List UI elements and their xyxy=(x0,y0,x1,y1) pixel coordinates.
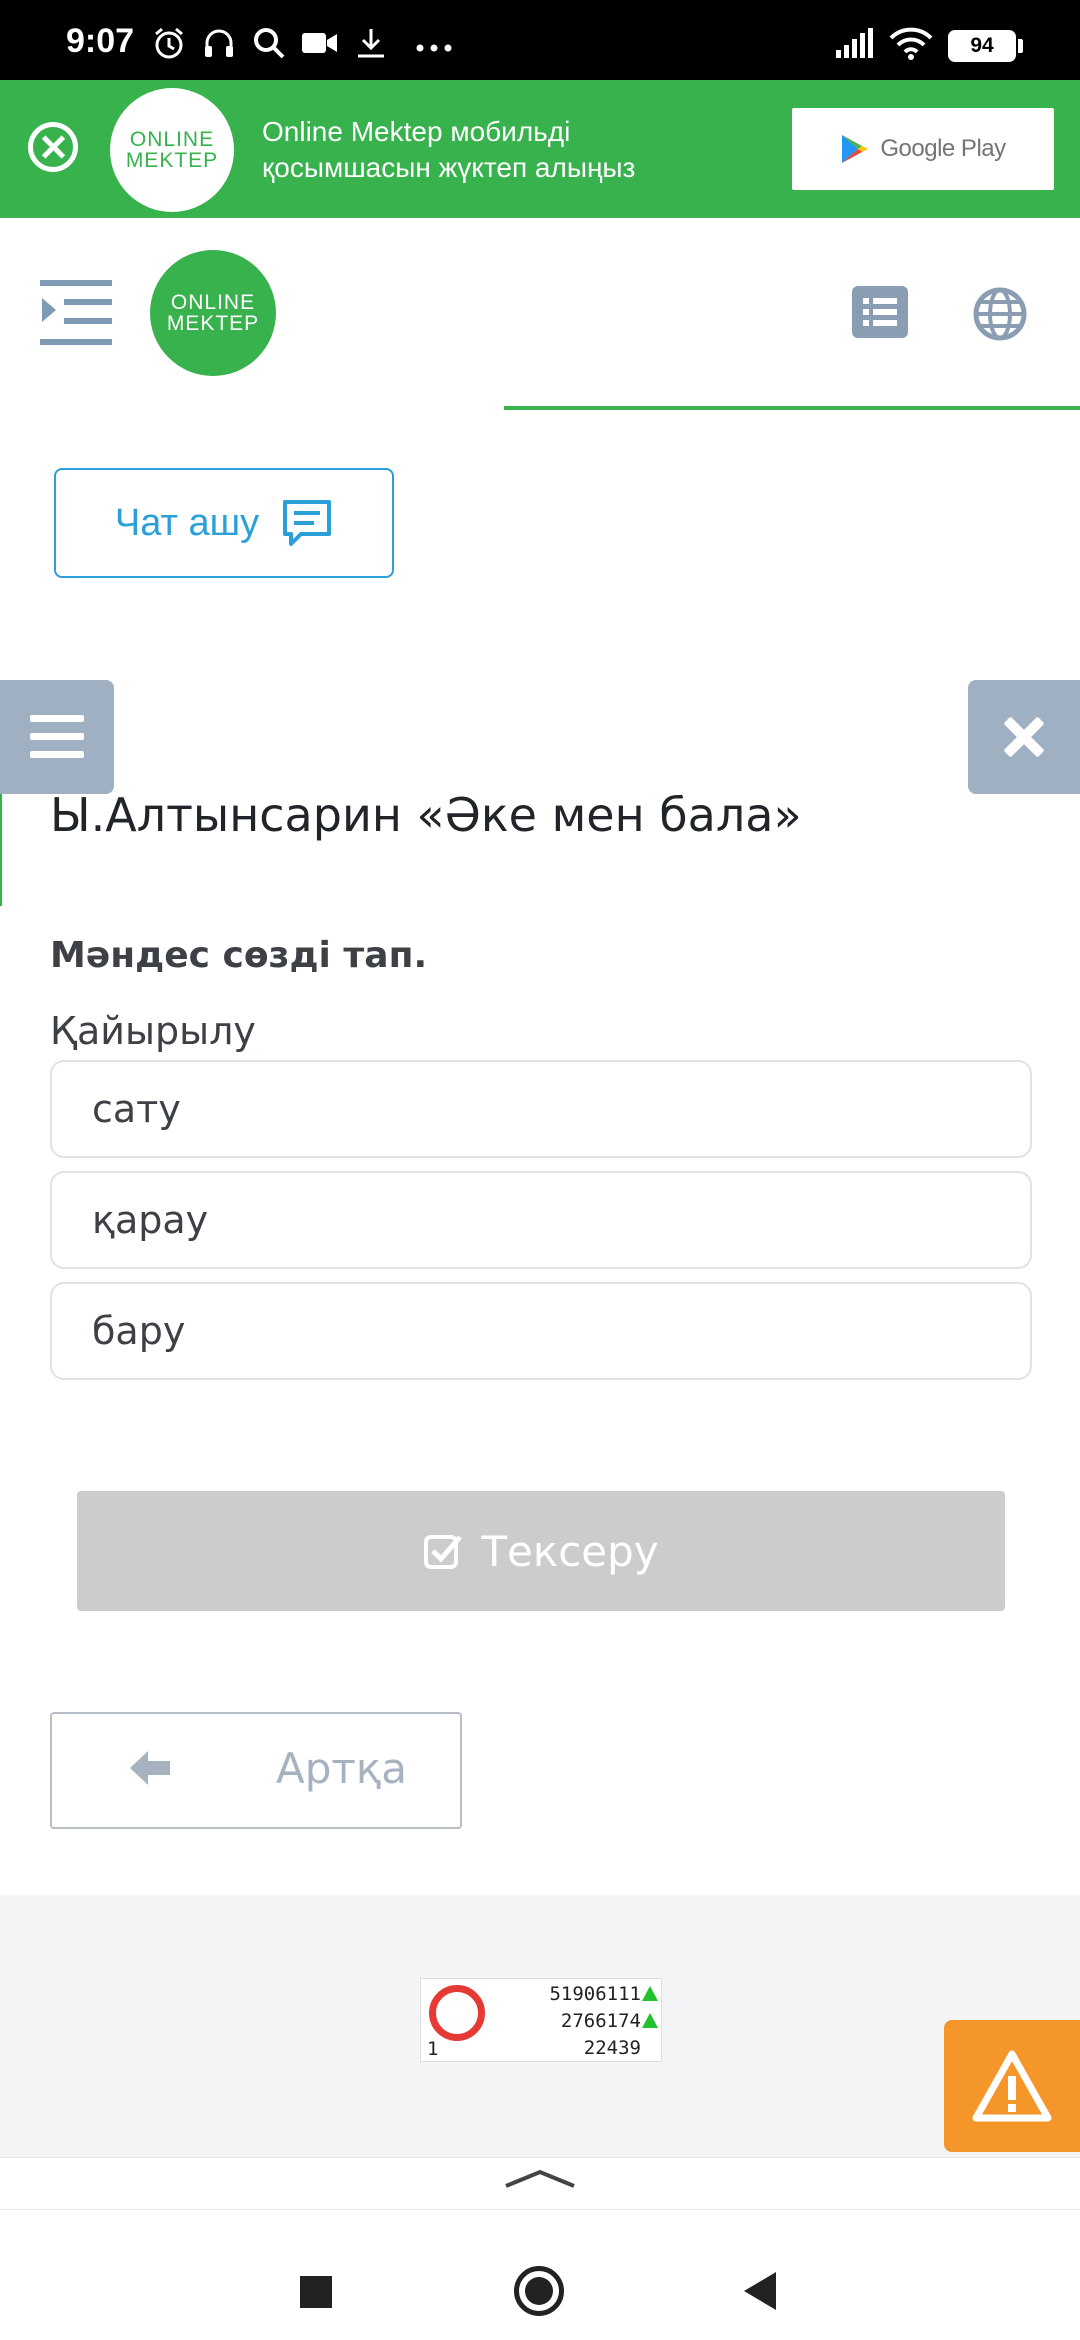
report-error-button[interactable] xyxy=(944,2020,1080,2152)
app-install-banner: ONLINE MEKTEP Online Mektep мобильді қос… xyxy=(0,80,1080,218)
banner-logo-line2: MEKTEP xyxy=(125,149,219,172)
back-nav-icon[interactable] xyxy=(744,2272,776,2310)
check-button-label: Тексеру xyxy=(481,1526,659,1576)
trend-up-icon xyxy=(642,1986,658,2001)
answer-option-label: қарау xyxy=(92,1198,209,1242)
counter-today: 22439 xyxy=(583,2037,641,2059)
answer-option[interactable]: сату xyxy=(50,1060,1032,1158)
answer-option[interactable]: қарау xyxy=(50,1171,1032,1269)
download-icon xyxy=(358,29,384,58)
task-word: Қайырылу xyxy=(50,1009,256,1053)
banner-message: Online Mektep мобильді қосымшасын жүктеп… xyxy=(262,114,635,186)
language-globe-icon[interactable] xyxy=(972,286,1028,342)
battery-icon: 94 xyxy=(948,30,1016,62)
more-dots-icon xyxy=(416,44,452,52)
search-icon xyxy=(254,28,285,59)
close-lesson-button[interactable] xyxy=(968,680,1080,794)
video-icon xyxy=(302,33,337,53)
open-chat-button[interactable]: Чат ашу xyxy=(54,468,394,578)
chat-button-label: Чат ашу xyxy=(114,501,260,544)
chat-icon xyxy=(283,500,332,546)
system-nav-bar xyxy=(0,2209,1080,2340)
banner-text-line1: Online Mektep мобильді xyxy=(262,116,571,147)
header-logo-line2: MEKTEP xyxy=(166,312,260,335)
header-logo-line1: ONLINE xyxy=(170,291,256,314)
answer-option-label: бару xyxy=(92,1309,186,1353)
clock: 9:07 xyxy=(66,22,135,60)
headset-icon xyxy=(205,29,233,57)
google-play-button[interactable]: Google Play xyxy=(792,108,1054,190)
visitor-counter[interactable]: 51906111 2766174 22439 1 xyxy=(420,1978,662,2062)
recent-apps-icon[interactable] xyxy=(300,2276,332,2308)
banner-logo: ONLINE MEKTEP xyxy=(110,88,234,212)
status-bar: 9:07 94 xyxy=(0,0,1080,80)
banner-close-icon[interactable] xyxy=(28,122,78,172)
trend-up-icon xyxy=(642,2013,658,2028)
warning-icon xyxy=(972,2050,1052,2122)
banner-logo-line1: ONLINE xyxy=(129,128,215,151)
chevron-up-icon[interactable] xyxy=(504,2168,576,2190)
counter-online: 1 xyxy=(427,2038,439,2060)
back-button[interactable]: Артқа xyxy=(50,1712,462,1829)
header-logo[interactable]: ONLINE MEKTEP xyxy=(150,250,276,376)
google-play-icon xyxy=(842,135,869,163)
back-button-label: Артқа xyxy=(276,1744,407,1793)
battery-tip xyxy=(1018,39,1023,53)
sidebar-toggle-icon[interactable] xyxy=(40,278,112,348)
answer-option[interactable]: бару xyxy=(50,1282,1032,1380)
header-divider xyxy=(504,406,1080,410)
answer-option-label: сату xyxy=(92,1087,181,1131)
signal-icon xyxy=(836,28,873,58)
lesson-menu-button[interactable] xyxy=(0,680,114,794)
counter-total: 51906111 xyxy=(549,1983,641,2005)
home-icon[interactable] xyxy=(514,2266,564,2316)
counter-month: 2766174 xyxy=(560,2010,641,2032)
list-view-icon[interactable] xyxy=(852,286,908,338)
check-answer-button[interactable]: Тексеру xyxy=(77,1491,1005,1611)
lesson-title: Ы.Алтынсарин «Әке мен бала» xyxy=(50,788,802,842)
left-accent-bar xyxy=(0,794,2,906)
battery-level: 94 xyxy=(951,33,1013,59)
alarm-icon xyxy=(155,27,183,59)
scroll-up-strip xyxy=(0,2157,1080,2209)
arrow-left-icon xyxy=(130,1751,170,1785)
google-play-label: Google Play xyxy=(880,135,1006,162)
checkbox-checked-icon xyxy=(424,1535,463,1569)
wifi-icon xyxy=(889,27,933,60)
counter-logo-icon xyxy=(429,1985,485,2041)
banner-text-line2: қосымшасын жүктеп алыңыз xyxy=(262,152,636,183)
task-heading: Мәндес сөзді тап. xyxy=(50,935,428,976)
